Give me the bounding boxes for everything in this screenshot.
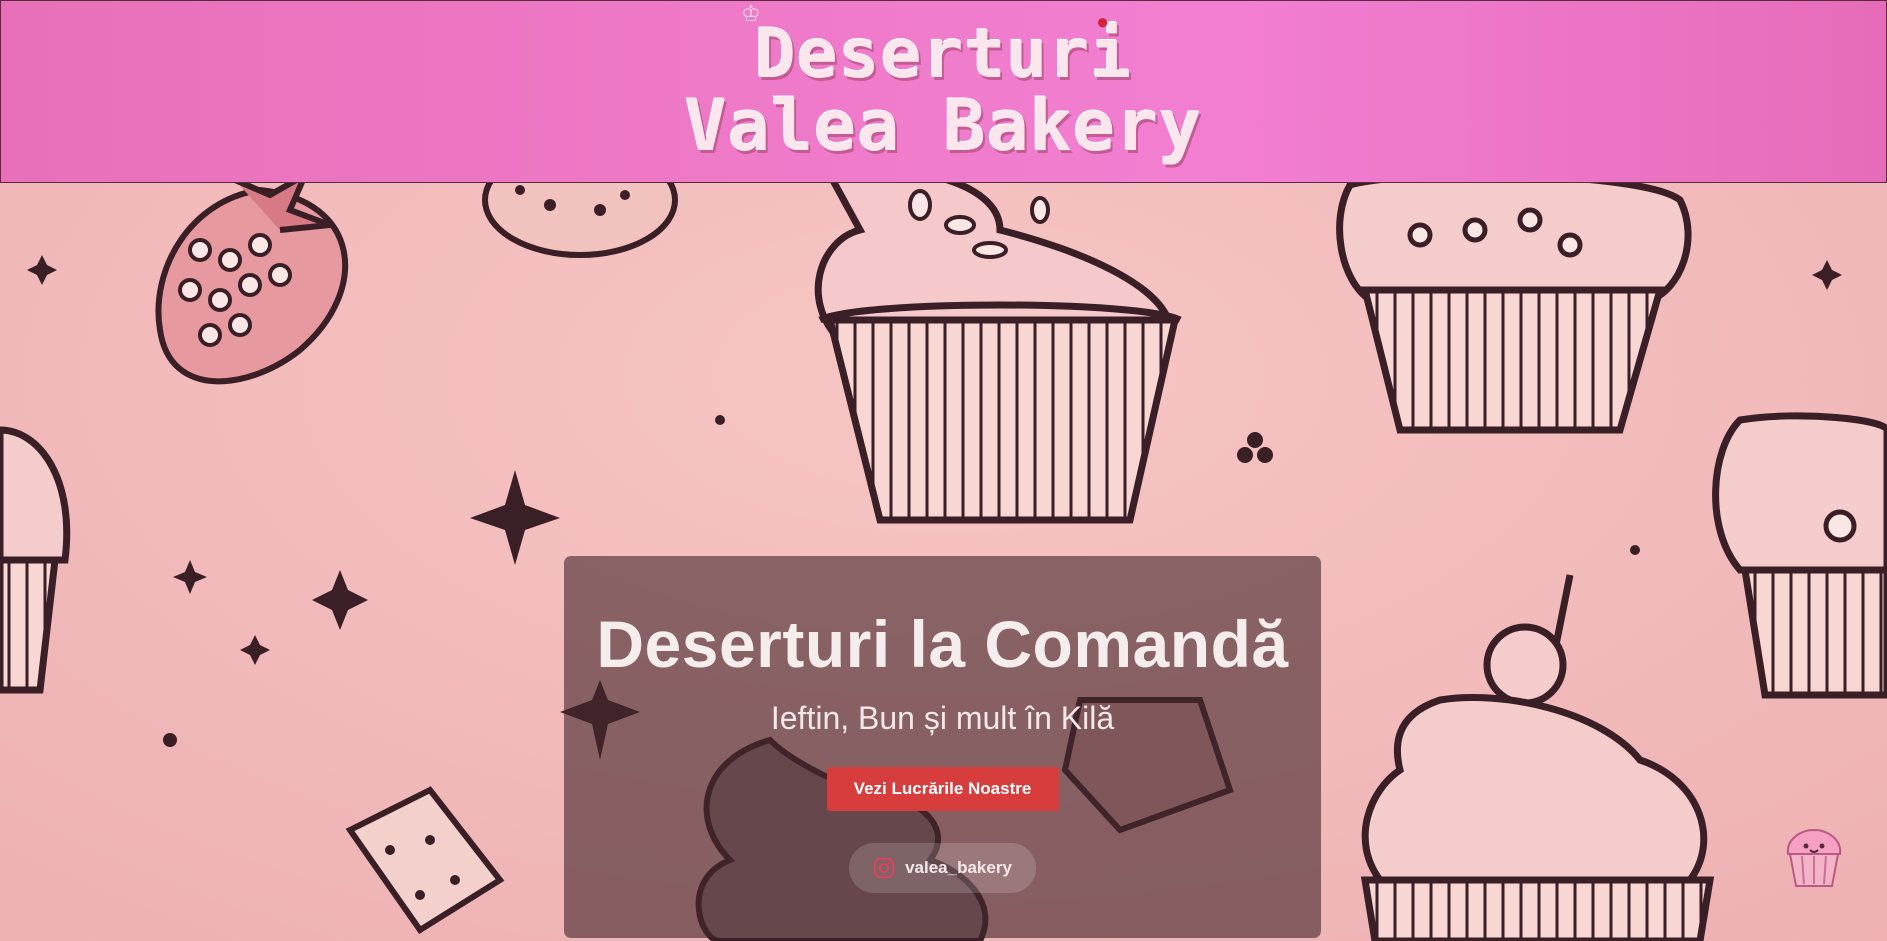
cupcake-icon[interactable] — [1780, 826, 1848, 890]
site-header: ♔ ● Deserturi Valea Bakery — [0, 0, 1887, 183]
logo-line-1: Deserturi — [754, 15, 1133, 95]
crown-icon: ♔ — [741, 1, 761, 26]
view-works-button[interactable]: Vezi Lucrările Noastre — [826, 767, 1059, 811]
hero-subtitle: Ieftin, Bun și mult în Kilă — [770, 700, 1115, 736]
instagram-link[interactable]: valea_bakery — [849, 843, 1036, 893]
hero-title: Deserturi la Comandă — [596, 607, 1289, 681]
instagram-icon — [873, 857, 895, 879]
logo-line-2: Valea Bakery — [684, 85, 1203, 168]
instagram-handle: valea_bakery — [905, 858, 1012, 877]
cherry-icon: ● — [1096, 9, 1110, 34]
hero-card: Deserturi la Comandă Ieftin, Bun și mult… — [564, 556, 1321, 938]
site-logo[interactable]: Deserturi Valea Bakery — [685, 19, 1203, 164]
